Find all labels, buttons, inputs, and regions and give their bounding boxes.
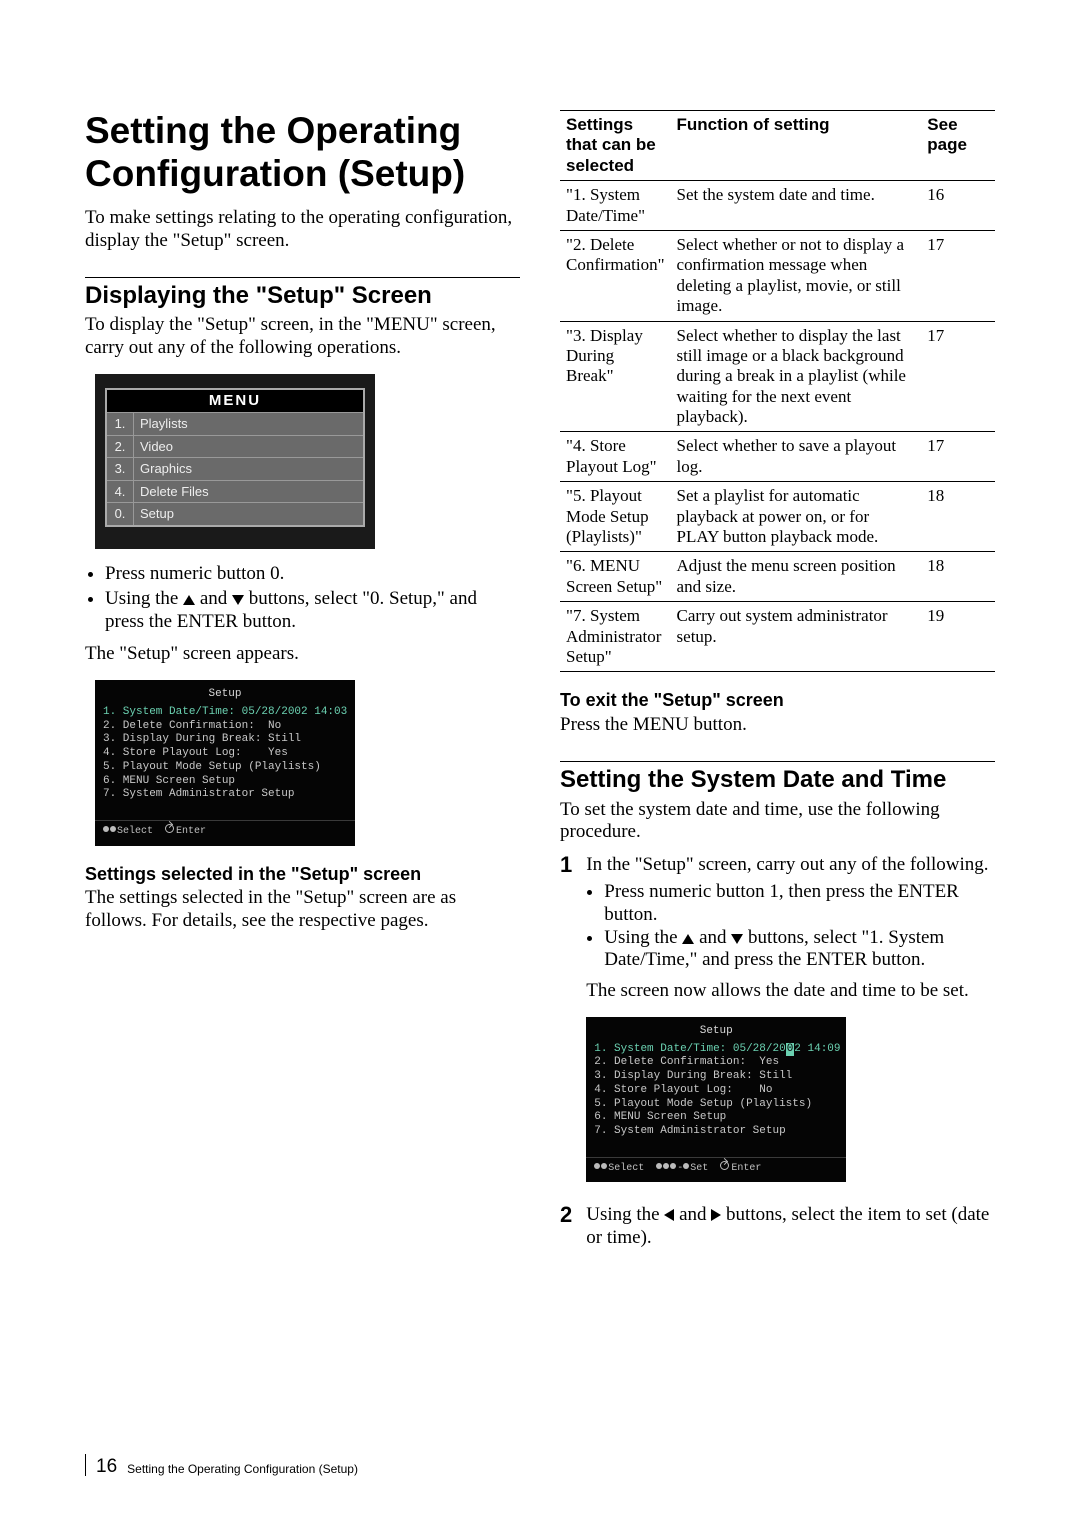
setup-line: 3. Display During Break: Still [594, 1070, 838, 1084]
menu-item-num: 2. [107, 436, 134, 458]
table-header: Function of setting [671, 111, 922, 181]
menu-item-label: Graphics [134, 458, 363, 480]
page-number: 16 [96, 1457, 117, 1476]
display-setup-operations: Press numeric button 0. Using the and bu… [85, 563, 520, 633]
operation-item: Press numeric button 0. [105, 563, 520, 586]
setup-line: 5. Playout Mode Setup (Playlists) [594, 1098, 838, 1112]
page-footer: 16 Setting the Operating Configuration (… [85, 1454, 358, 1476]
section-system-date-time: Setting the System Date and Time [560, 761, 995, 795]
table-header: Settings that can be selected [560, 111, 671, 181]
down-icon [232, 595, 244, 605]
exit-setup-body: Press the MENU button. [560, 714, 995, 737]
setup-line: 5. Playout Mode Setup (Playlists) [103, 761, 347, 775]
setup-line: 1. System Date/Time: 05/28/2002 14:09 [594, 1043, 838, 1057]
table-row: "4. Store Playout Log"Select whether to … [560, 432, 995, 482]
step1-bullet: Using the and buttons, select "1. System… [604, 927, 995, 973]
menu-item-label: Video [134, 436, 363, 458]
step-number: 2 [560, 1204, 572, 1250]
setup-line: 2. Delete Confirmation: Yes [594, 1056, 838, 1070]
setup-screenshot-title: Setup [95, 688, 355, 702]
page-intro: To make settings relating to the operati… [85, 207, 520, 253]
table-row: "2. Delete Confirmation"Select whether o… [560, 230, 995, 321]
menu-screenshot: MENU 1.Playlists 2.Video 3.Graphics 4.De… [95, 374, 375, 549]
datetime-lead: To set the system date and time, use the… [560, 799, 995, 845]
exit-setup-heading: To exit the "Setup" screen [560, 690, 995, 712]
setup-line: 7. System Administrator Setup [103, 788, 347, 802]
setup-screenshot: Setup 1. System Date/Time: 05/28/2002 14… [95, 680, 355, 846]
setup-screenshot-footer: Select Enter [95, 820, 355, 842]
left-icon [664, 1209, 674, 1221]
table-row: "1. System Date/Time"Set the system date… [560, 181, 995, 231]
step-1: 1 In the "Setup" screen, carry out any o… [560, 854, 995, 1196]
table-row: "7. System Administrator Setup"Carry out… [560, 602, 995, 672]
page-title: Setting the Operating Configuration (Set… [85, 110, 520, 195]
display-setup-lead: To display the "Setup" screen, in the "M… [85, 314, 520, 360]
cursor: 0 [786, 1043, 795, 1057]
operation-item: Using the and buttons, select "0. Setup,… [105, 588, 520, 634]
right-icon [711, 1209, 721, 1221]
table-row: "5. Playout Mode Setup (Playlists)"Set a… [560, 482, 995, 552]
footer-chapter: Setting the Operating Configuration (Set… [127, 1462, 358, 1476]
settings-selected-body: The settings selected in the "Setup" scr… [85, 887, 520, 933]
section-displaying-setup: Displaying the "Setup" Screen [85, 277, 520, 311]
menu-screenshot-title: MENU [107, 390, 363, 412]
settings-selected-heading: Settings selected in the "Setup" screen [85, 864, 520, 886]
menu-item-num: 1. [107, 413, 134, 435]
setup-line: 2. Delete Confirmation: No [103, 720, 347, 734]
settings-table: Settings that can be selected Function o… [560, 110, 995, 672]
menu-item-label: Playlists [134, 413, 363, 435]
table-row: "3. Display During Break"Select whether … [560, 321, 995, 432]
setup-line: 6. MENU Screen Setup [594, 1111, 838, 1125]
setup-line: 6. MENU Screen Setup [103, 775, 347, 789]
table-header: See page [921, 111, 995, 181]
setup-screenshot-edit: Setup 1. System Date/Time: 05/28/2002 14… [586, 1017, 846, 1183]
setup-line: 7. System Administrator Setup [594, 1125, 838, 1139]
step-2: 2 Using the and buttons, select the item… [560, 1204, 995, 1250]
setup-line: 4. Store Playout Log: No [594, 1084, 838, 1098]
down-icon [731, 934, 743, 944]
menu-item-label: Delete Files [134, 481, 363, 503]
menu-item-num: 0. [107, 503, 134, 525]
step-number: 1 [560, 854, 572, 1196]
setup-line: 1. System Date/Time: 05/28/2002 14:03 [103, 706, 347, 720]
menu-item-num: 3. [107, 458, 134, 480]
setup-line: 3. Display During Break: Still [103, 733, 347, 747]
menu-item-label: Setup [134, 503, 363, 525]
up-icon [682, 934, 694, 944]
setup-line: 4. Store Playout Log: Yes [103, 747, 347, 761]
step1-after: The screen now allows the date and time … [586, 980, 995, 1003]
setup-screen-appears: The "Setup" screen appears. [85, 643, 520, 666]
setup-screenshot-title: Setup [586, 1025, 846, 1039]
step1-bullet: Press numeric button 1, then press the E… [604, 881, 995, 927]
setup-screenshot-footer: Select -Set Enter [586, 1157, 846, 1179]
table-row: "6. MENU Screen Setup"Adjust the menu sc… [560, 552, 995, 602]
up-icon [183, 595, 195, 605]
menu-item-num: 4. [107, 481, 134, 503]
